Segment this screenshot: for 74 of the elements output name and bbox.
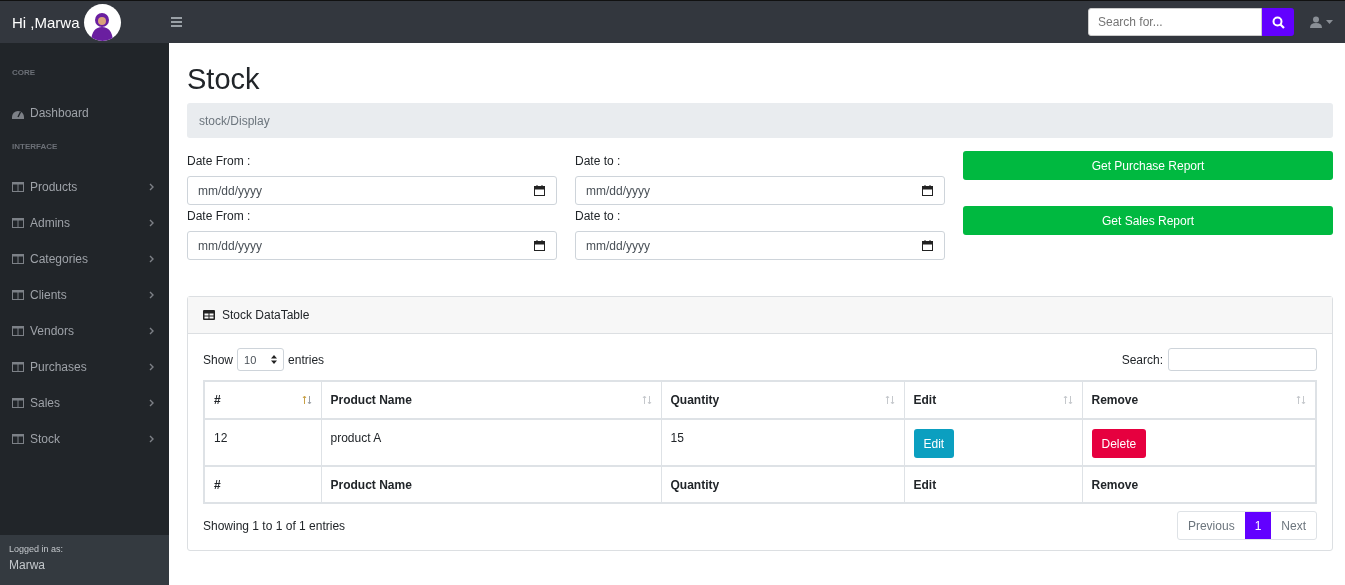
column-footer: Product Name <box>321 466 661 503</box>
calendar-icon <box>534 185 545 196</box>
column-footer: Edit <box>904 466 1082 503</box>
field-label: Date From : <box>187 154 252 168</box>
columns-icon <box>12 254 24 264</box>
caret-icon <box>1326 20 1333 24</box>
column-header[interactable]: Quantity <box>661 381 904 419</box>
chevron-icon <box>149 363 154 371</box>
chevron-icon <box>149 435 154 443</box>
section-heading: INTERFACE <box>11 141 59 153</box>
user-name: Marwa <box>9 558 46 572</box>
breadcrumb-text: stock/Display <box>199 113 270 128</box>
calendar-icon <box>922 185 933 196</box>
columns-icon <box>12 326 24 336</box>
chevron-icon <box>149 219 154 227</box>
sidebar-item[interactable]: Sales <box>0 385 169 421</box>
sidebar-item[interactable]: Admins <box>0 205 169 241</box>
columns-icon <box>12 182 24 192</box>
columns-icon <box>12 218 24 228</box>
menu-icon <box>171 17 182 27</box>
sidebar-item[interactable]: Vendors <box>0 313 169 349</box>
user-menu-button[interactable] <box>1310 16 1333 28</box>
sort-caret-icon <box>271 355 278 364</box>
date-field[interactable]: mm/dd/yyyy <box>575 176 945 205</box>
column-header[interactable]: # <box>204 381 321 419</box>
page-link[interactable]: 1 <box>1244 512 1272 539</box>
search-icon <box>1271 15 1285 29</box>
next-link[interactable]: Next <box>1271 512 1316 539</box>
table-icon <box>203 310 215 320</box>
table-info: Showing 1 to 1 of 1 entries <box>203 518 346 533</box>
column-footer: Quantity <box>661 466 904 503</box>
date-field[interactable]: mm/dd/yyyy <box>187 231 557 260</box>
search-button[interactable] <box>1262 8 1294 36</box>
card-title: Stock DataTable <box>222 308 310 322</box>
user-icon <box>1310 16 1322 28</box>
table-search-field[interactable] <box>1168 348 1317 371</box>
columns-icon <box>12 290 24 300</box>
sidebar-item[interactable]: Clients <box>0 277 169 313</box>
page-title: Stock <box>187 63 261 95</box>
search-label: Search: <box>1121 352 1163 367</box>
column-header[interactable]: Product Name <box>321 381 661 419</box>
show-label: Show <box>203 352 234 367</box>
field-label: Date From : <box>187 209 252 223</box>
columns-icon <box>12 434 24 444</box>
column-footer: # <box>204 466 321 503</box>
chevron-icon <box>149 399 154 407</box>
sidebar-item[interactable]: Stock <box>0 421 169 457</box>
delete-button[interactable]: Delete <box>1091 429 1147 458</box>
date-field[interactable]: mm/dd/yyyy <box>187 176 557 205</box>
sidebar-item[interactable]: Purchases <box>0 349 169 385</box>
calendar-icon <box>922 240 933 251</box>
sidebar-item[interactable]: Dashboard <box>0 95 169 131</box>
greeting-text: Hi ,Marwa <box>12 13 80 31</box>
previous-link[interactable]: Previous <box>1177 512 1245 539</box>
field-label: Date to : <box>575 154 622 168</box>
chevron-icon <box>149 183 154 191</box>
columns-icon <box>12 398 24 408</box>
chevron-icon <box>149 255 154 263</box>
person-icon <box>89 10 115 41</box>
field-label: Date to : <box>575 209 622 223</box>
search-field[interactable]: Search for... <box>1088 8 1262 36</box>
sidebar-item[interactable]: Categories <box>0 241 169 277</box>
chevron-icon <box>149 327 154 335</box>
logged-in-caption: Logged in as: <box>9 544 65 554</box>
chevron-icon <box>149 291 154 299</box>
columns-icon <box>12 362 24 372</box>
menu-button[interactable] <box>169 15 184 29</box>
sidebar-item[interactable]: Products <box>0 169 169 205</box>
entries-label: entries <box>288 352 325 367</box>
column-header[interactable]: Edit <box>904 381 1082 419</box>
entries-select[interactable]: 10 <box>237 348 285 371</box>
calendar-icon <box>534 240 545 251</box>
date-field[interactable]: mm/dd/yyyy <box>575 231 945 260</box>
section-heading: CORE <box>11 67 37 79</box>
